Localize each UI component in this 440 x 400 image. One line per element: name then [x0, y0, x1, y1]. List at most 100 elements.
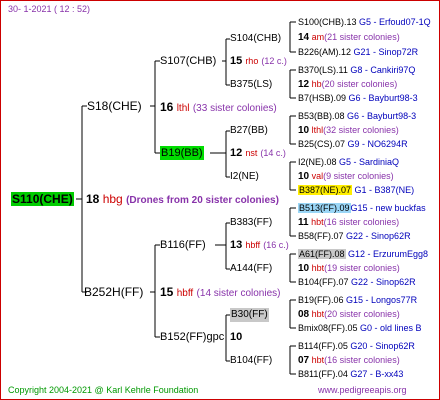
gen4-code[interactable]: B513(FF).09	[298, 203, 351, 213]
gen3-b1[interactable]: B27(BB)	[230, 124, 268, 138]
gen4-code[interactable]: B370(LS).11	[298, 65, 348, 75]
gen4-row: 14 am(21 sister colonies)	[298, 30, 400, 45]
gen4-breeder: G6 - Bayburt98-3	[347, 111, 417, 121]
gen4-breeder: G1 - B387(NE)	[354, 185, 415, 195]
gen4-code[interactable]: B114(FF).05	[298, 341, 348, 351]
gen4-note: (21 sister colonies)	[324, 32, 400, 42]
gen4-num: 12	[298, 79, 310, 90]
gen4-breeder: G15 - Longos77R	[346, 295, 418, 305]
gen2-a-annotation: 15 rho (12 c.)	[230, 54, 287, 68]
dam-tag: hbff	[176, 288, 194, 299]
gen4-row: 10 lthl(32 sister colonies)	[298, 123, 399, 138]
gen4-breeder: G22 - Sinop62R	[346, 231, 411, 241]
gen4-code[interactable]: B811(FF).04	[298, 369, 348, 379]
gen4-code[interactable]: Bmix08(FF).05	[298, 323, 358, 333]
gen3-a1[interactable]: S104(CHB)	[230, 32, 281, 46]
sire-num: 16	[160, 100, 174, 114]
gen4-code[interactable]: B104(FF).07	[298, 277, 349, 287]
root-num: 18	[86, 192, 100, 206]
gen4-num: 10	[298, 125, 310, 136]
gen4-code[interactable]: A61(FF).08	[298, 249, 346, 259]
gen4-note: (19 sister colonies)	[324, 263, 400, 273]
gen2-b-annotation: 12 nst (14 c.)	[230, 146, 286, 160]
gen2-c-note: (16 c.)	[263, 240, 289, 250]
gen4-code[interactable]: I2(NE).08	[298, 157, 337, 167]
gen4-num: 10	[298, 171, 310, 182]
gen4-tag: hbt	[311, 355, 325, 365]
gen4-breeder: G15 - new buckfas	[350, 203, 426, 213]
gen2-c-code[interactable]: B116(FF)	[160, 238, 206, 252]
gen4-tag: lthl	[311, 125, 324, 135]
gen4-breeder: G9 - NO6294R	[347, 139, 408, 149]
dam-annotation: 15 hbff (14 sister colonies)	[160, 285, 280, 301]
gen4-tag: val	[311, 171, 324, 181]
gen4-code[interactable]: B58(FF).07	[298, 231, 344, 241]
gen3-d1[interactable]: B30(FF)	[230, 308, 269, 322]
gen4-row: 08 hbt(20 sister colonies)	[298, 307, 400, 322]
gen4-row: 11 hbt(16 sister colonies)	[298, 215, 399, 230]
gen4-row: B7(HSB).09 G6 - Bayburt98-3	[298, 91, 418, 105]
gen4-breeder: G22 - Sinop62R	[351, 277, 416, 287]
gen4-code[interactable]: B387(NE).07	[298, 185, 353, 195]
gen2-b-note: (14 c.)	[260, 148, 286, 158]
gen4-row: B114(FF).05 G20 - Sinop62R	[298, 339, 415, 353]
gen4-num: 07	[298, 355, 310, 366]
copyright-footer: Copyright 2004-2021 @ Karl Kehrle Founda…	[8, 385, 199, 395]
root-annotation: 18 hbg (Drones from 20 sister colonies)	[86, 192, 279, 208]
gen3-c1[interactable]: B383(FF)	[230, 216, 272, 230]
sire-annotation: 16 lthl (33 sister colonies)	[160, 100, 277, 116]
sire-code[interactable]: S18(CHE)	[87, 99, 142, 113]
gen4-tag: hbt	[311, 263, 325, 273]
dam-code[interactable]: B252H(FF)	[84, 285, 143, 299]
gen4-breeder: G6 - Bayburt98-3	[348, 93, 418, 103]
root-note: (Drones from 20 sister colonies)	[126, 195, 279, 206]
gen4-row: B370(LS).11 G8 - Cankiri97Q	[298, 63, 415, 77]
root-tag: hbg	[102, 192, 123, 206]
gen2-c-num: 13	[230, 239, 243, 251]
gen3-d2[interactable]: B104(FF)	[230, 354, 272, 368]
website-link[interactable]: www.pedigreeapis.org	[318, 383, 407, 397]
timestamp-header: 30- 1-2021 ( 12 : 52)	[8, 4, 91, 14]
gen4-code[interactable]: B19(FF).06	[298, 295, 344, 305]
gen4-breeder: G0 - old lines B	[360, 323, 422, 333]
gen3-a2[interactable]: B375(LS)	[230, 78, 272, 92]
gen4-num: 10	[298, 263, 310, 274]
gen4-code[interactable]: B53(BB).08	[298, 111, 345, 121]
gen4-code[interactable]: S100(CHB).13	[298, 17, 357, 27]
gen4-note: (9 sister colonies)	[323, 171, 394, 181]
gen4-breeder: G12 - ErzurumEgg8	[348, 249, 429, 259]
gen4-row: B19(FF).06 G15 - Longos77R	[298, 293, 417, 307]
dam-num: 15	[160, 285, 174, 299]
gen2-c-annotation: 13 hbff (16 c.)	[230, 238, 289, 252]
gen4-code[interactable]: B7(HSB).09	[298, 93, 346, 103]
gen4-note: (32 sister colonies)	[323, 125, 399, 135]
gen2-a-num: 15	[230, 55, 243, 67]
gen3-c2[interactable]: A144(FF)	[230, 262, 272, 276]
sire-tag: lthl	[176, 103, 190, 114]
gen4-note: (16 sister colonies)	[324, 355, 400, 365]
gen2-a-tag: rho	[245, 56, 259, 66]
gen4-code[interactable]: B226(AM).12	[298, 47, 351, 57]
gen4-row: 07 hbt(16 sister colonies)	[298, 353, 400, 368]
gen4-breeder: G27 - B-xx43	[350, 369, 404, 379]
root-queen-code[interactable]: S110(CHE)	[11, 192, 74, 206]
gen2-a-note: (12 c.)	[261, 56, 287, 66]
gen4-row: B25(CS).07 G9 - NO6294R	[298, 137, 408, 151]
gen4-row: A61(FF).08 G12 - ErzurumEgg8	[298, 247, 428, 261]
gen4-row: I2(NE).08 G5 - SardiniaQ	[298, 155, 399, 169]
gen2-d-code[interactable]: B152(FF)gpc	[160, 330, 224, 344]
gen4-row: 10 val(9 sister colonies)	[298, 169, 394, 184]
gen4-row: B513(FF).09G15 - new buckfas	[298, 201, 426, 215]
gen2-d-num: 10	[230, 331, 243, 343]
gen2-b-tag: nst	[245, 148, 258, 158]
gen4-code[interactable]: B25(CS).07	[298, 139, 345, 149]
gen2-a-code[interactable]: S107(CHB)	[160, 54, 216, 68]
gen2-b-num: 12	[230, 147, 243, 159]
gen3-b2[interactable]: I2(NE)	[230, 170, 259, 184]
gen4-breeder: G21 - Sinop72R	[353, 47, 419, 57]
gen4-tag: hbt	[311, 217, 324, 227]
gen4-row: B53(BB).08 G6 - Bayburt98-3	[298, 109, 416, 123]
gen2-b-code[interactable]: B19(BB)	[160, 146, 204, 160]
gen4-tag: am	[311, 32, 325, 42]
sire-note: (33 sister colonies)	[192, 103, 277, 114]
